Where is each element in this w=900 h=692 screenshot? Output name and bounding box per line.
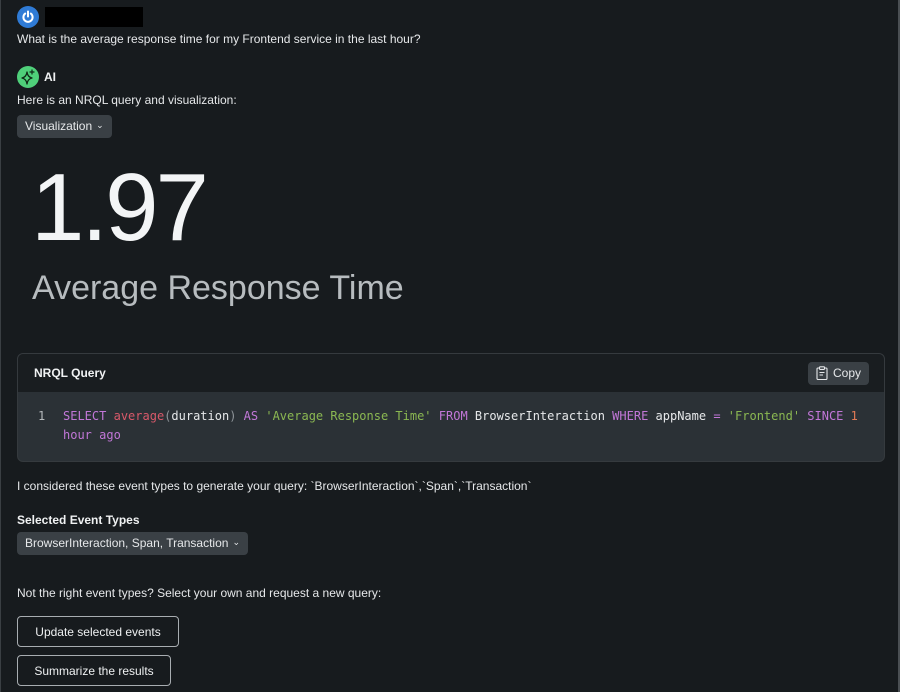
- query-token: [721, 409, 728, 423]
- ai-message-header: AI: [17, 66, 56, 88]
- power-icon: [22, 10, 34, 23]
- query-token: 1: [850, 409, 858, 423]
- query-token: average: [113, 409, 165, 423]
- query-token: SELECT: [63, 409, 107, 423]
- nrql-query-text: SELECT average(duration) AS 'Average Res…: [63, 407, 863, 445]
- visualization-dropdown[interactable]: Visualization ⌄: [17, 115, 112, 138]
- query-token: [858, 409, 865, 423]
- billboard-value: 1.97: [31, 154, 209, 261]
- query-token: duration: [171, 409, 230, 423]
- billboard-label: Average Response Time: [32, 269, 404, 307]
- copy-button-label: Copy: [832, 366, 861, 380]
- line-number: 1: [38, 409, 46, 423]
- ai-avatar: [17, 66, 39, 88]
- query-token: [106, 409, 113, 423]
- user-message-header: [17, 6, 143, 28]
- query-token: 'Frontend': [727, 409, 801, 423]
- query-token: hour ago: [63, 428, 121, 442]
- summarize-results-button[interactable]: Summarize the results: [17, 655, 171, 686]
- event-types-dropdown[interactable]: BrowserInteraction, Span, Transaction ⌄: [17, 532, 248, 555]
- selected-event-types-label: Selected Event Types: [17, 513, 140, 527]
- nrql-query-title: NRQL Query: [34, 366, 106, 380]
- chevron-down-icon: ⌄: [232, 537, 240, 547]
- ai-label: AI: [44, 70, 56, 84]
- query-token: BrowserInteraction: [467, 409, 613, 423]
- query-token: [843, 409, 850, 423]
- nrql-query-card: NRQL Query Copy 1 SELECT average(duratio…: [17, 353, 885, 462]
- copy-button[interactable]: Copy: [807, 361, 869, 385]
- clipboard-icon: [816, 366, 828, 380]
- sparkle-icon: [21, 69, 35, 85]
- user-avatar: [17, 6, 39, 28]
- considered-event-types-text: I considered these event types to genera…: [17, 479, 532, 493]
- query-token: appName: [648, 409, 714, 423]
- query-token: AS: [243, 409, 259, 423]
- update-selected-events-button[interactable]: Update selected events: [17, 616, 179, 647]
- query-token: WHERE: [612, 409, 649, 423]
- user-question: What is the average response time for my…: [17, 32, 421, 46]
- query-token: [236, 409, 243, 423]
- query-token: SINCE: [807, 409, 844, 423]
- ai-intro-text: Here is an NRQL query and visualization:: [17, 93, 237, 107]
- query-token: FROM: [438, 409, 468, 423]
- redacted-user-name: [45, 7, 143, 27]
- not-right-prompt: Not the right event types? Select your o…: [17, 586, 382, 600]
- query-token: [432, 409, 439, 423]
- event-types-dropdown-value: BrowserInteraction, Span, Transaction: [25, 536, 229, 550]
- nrql-code-block[interactable]: 1 SELECT average(duration) AS 'Average R…: [18, 392, 884, 445]
- nrql-query-header: NRQL Query Copy: [18, 354, 884, 392]
- query-token: 'Average Response Time': [265, 409, 432, 423]
- query-token: =: [713, 409, 721, 423]
- chevron-down-icon: ⌄: [96, 120, 104, 130]
- visualization-dropdown-label: Visualization: [25, 119, 93, 133]
